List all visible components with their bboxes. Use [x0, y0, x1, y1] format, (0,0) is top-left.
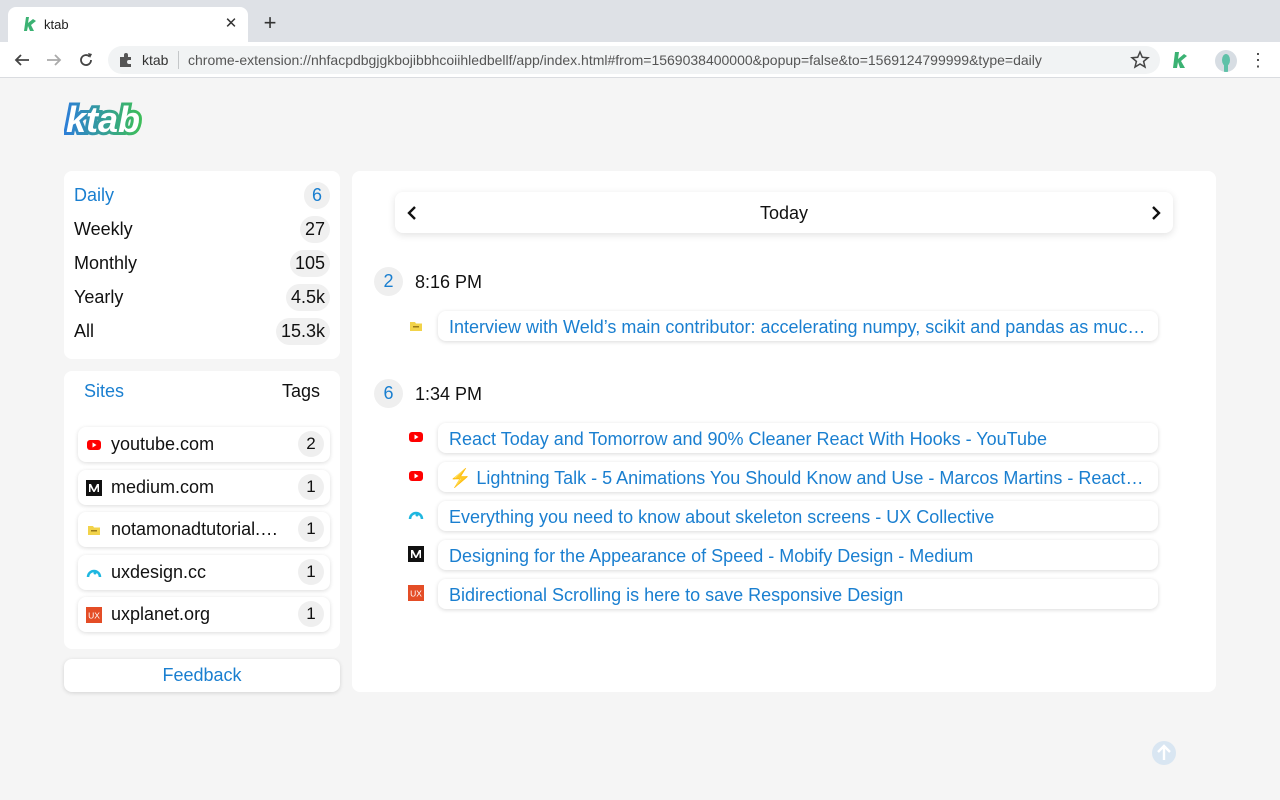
browser-menu-icon[interactable]: ⋮	[1248, 50, 1268, 70]
bookmark-star-icon[interactable]	[1130, 50, 1150, 70]
group-time: 8:16 PM	[415, 272, 483, 292]
omnibox-divider	[178, 51, 179, 69]
omnibox-extension-label: ktab	[142, 52, 169, 68]
youtube-icon	[409, 432, 423, 442]
browser-tabstrip: ktab ✕ +	[0, 0, 1280, 42]
history-panel: Today 2 8:16 PM Interview with Weld’s ma…	[352, 171, 1216, 692]
period-count: 105	[289, 250, 330, 277]
group-count-badge: 6	[374, 379, 403, 408]
site-count: 1	[298, 516, 324, 542]
site-item-notamonadtutorial[interactable]: notamonadtutorial.com 1	[78, 512, 330, 547]
logo-text: ktab	[66, 99, 140, 140]
date-label: Today	[759, 203, 809, 223]
history-entry-link[interactable]: Interview with Weld’s main contributor: …	[438, 311, 1158, 341]
date-navigator: Today	[395, 192, 1173, 233]
browser-tab[interactable]: ktab ✕	[8, 7, 248, 42]
medium-icon	[408, 546, 424, 562]
history-entry-link[interactable]: ⚡ Lightning Talk - 5 Animations You Shou…	[438, 462, 1158, 492]
new-tab-button[interactable]: +	[258, 12, 282, 36]
browser-toolbar: ktab chrome-extension://nhfacpdbgjgkboji…	[0, 42, 1280, 78]
uxplanet-icon: UX	[408, 585, 424, 601]
site-count: 2	[298, 431, 324, 457]
folder-icon	[88, 526, 100, 535]
site-count: 1	[298, 559, 324, 585]
close-icon[interactable]: ✕	[222, 15, 240, 33]
period-label: Yearly	[74, 287, 124, 307]
site-name: uxplanet.org	[111, 604, 211, 624]
period-yearly[interactable]: Yearly 4.5k	[64, 281, 340, 315]
period-filter-panel: Daily 6 Weekly 27 Monthly 105 Yearly 4.5…	[64, 171, 340, 359]
site-count: 1	[298, 601, 324, 627]
history-entry-link[interactable]: Everything you need to know about skelet…	[438, 501, 1158, 531]
ktab-favicon-icon	[24, 17, 36, 31]
site-count: 1	[298, 474, 324, 500]
site-name: notamonadtutorial.com	[111, 519, 287, 539]
site-item-youtube[interactable]: youtube.com 2	[78, 427, 330, 462]
history-entry-link[interactable]: Bidirectional Scrolling is here to save …	[438, 579, 1158, 609]
period-label: All	[74, 321, 95, 341]
period-count: 15.3k	[275, 318, 330, 345]
site-name: youtube.com	[111, 434, 215, 454]
tab-sites[interactable]: Sites	[84, 381, 124, 402]
period-count: 27	[299, 216, 330, 243]
history-entry-link[interactable]: Designing for the Appearance of Speed - …	[438, 540, 1158, 570]
uxplanet-icon: UX	[86, 607, 102, 623]
period-count: 6	[304, 182, 330, 209]
forward-icon[interactable]	[42, 48, 66, 72]
group-count-badge: 2	[374, 267, 403, 296]
chevron-right-icon[interactable]	[1143, 200, 1169, 226]
address-bar[interactable]: ktab chrome-extension://nhfacpdbgjgkboji…	[108, 46, 1160, 74]
uxdesign-icon	[408, 511, 424, 520]
site-name: uxdesign.cc	[111, 562, 207, 582]
period-monthly[interactable]: Monthly 105	[64, 247, 340, 281]
svg-text:UX: UX	[88, 611, 100, 621]
period-weekly[interactable]: Weekly 27	[64, 213, 340, 247]
tab-title: ktab	[44, 17, 69, 32]
period-label: Weekly	[74, 219, 133, 239]
period-label: Daily	[74, 185, 115, 205]
reload-icon[interactable]	[74, 48, 98, 72]
uxdesign-icon	[86, 569, 102, 578]
site-name: medium.com	[111, 477, 215, 497]
arrow-up-icon	[1157, 744, 1171, 760]
tab-tags[interactable]: Tags	[282, 381, 320, 402]
scroll-to-top-button[interactable]	[1152, 741, 1176, 765]
period-count: 4.5k	[285, 284, 330, 311]
period-all[interactable]: All 15.3k	[64, 315, 340, 349]
folder-icon	[410, 322, 422, 331]
youtube-icon	[409, 471, 423, 481]
feedback-button[interactable]: Feedback	[64, 659, 340, 692]
profile-avatar[interactable]	[1215, 50, 1237, 72]
group-time: 1:34 PM	[415, 384, 483, 404]
svg-text:UX: UX	[410, 589, 422, 599]
site-item-uxdesign[interactable]: uxdesign.cc 1	[78, 555, 330, 590]
sites-panel: Sites Tags youtube.com 2 medium.com 1 no…	[64, 371, 340, 649]
url-text[interactable]: chrome-extension://nhfacpdbgjgkbojibbhco…	[188, 52, 1118, 68]
period-label: Monthly	[74, 253, 138, 273]
site-item-medium[interactable]: medium.com 1	[78, 470, 330, 505]
ktab-logo: ktab	[64, 96, 143, 140]
period-daily[interactable]: Daily 6	[64, 179, 340, 213]
youtube-icon	[87, 440, 101, 450]
extension-puzzle-icon	[120, 53, 131, 67]
medium-icon	[86, 480, 102, 496]
ktab-extension-icon[interactable]	[1170, 50, 1190, 70]
history-entry-link[interactable]: React Today and Tomorrow and 90% Cleaner…	[438, 423, 1158, 453]
back-icon[interactable]	[10, 48, 34, 72]
site-item-uxplanet[interactable]: UX uxplanet.org 1	[78, 597, 330, 632]
